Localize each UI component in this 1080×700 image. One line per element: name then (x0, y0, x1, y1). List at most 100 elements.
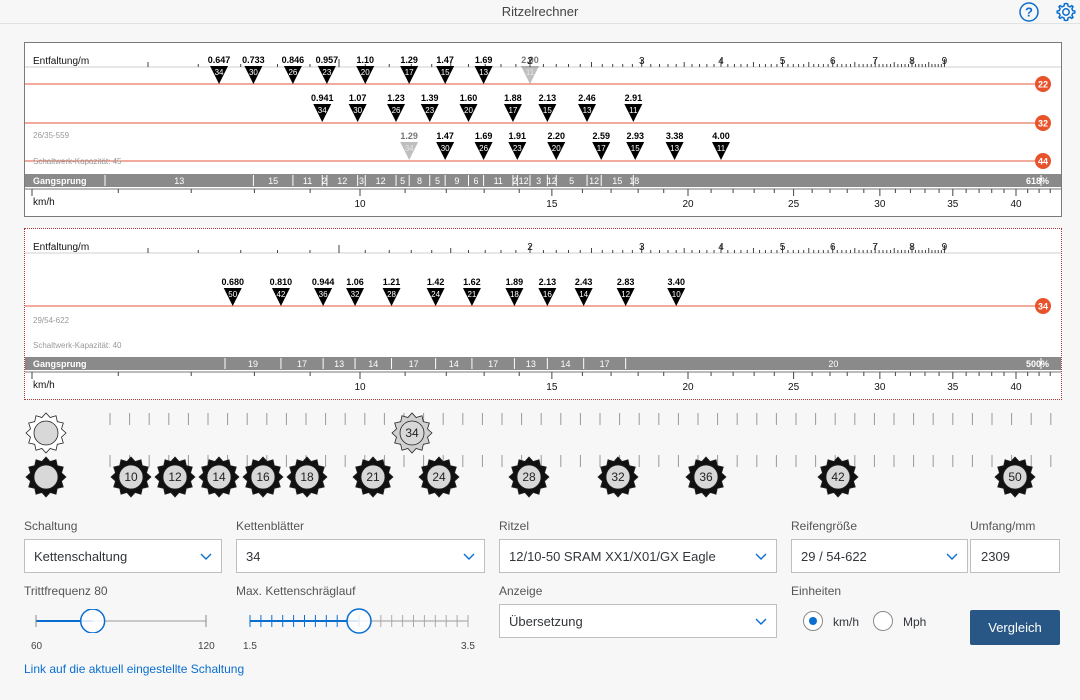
gear-teeth-label: 23 (425, 106, 434, 115)
kettenblaetter-select[interactable]: 34 (236, 539, 485, 573)
gangsprung-value: 17 (488, 359, 498, 369)
gear-ratio-value: 1.69 (475, 131, 493, 141)
unit-kmh-label[interactable]: km/h (833, 615, 859, 629)
gear-teeth-label: 36 (319, 290, 328, 299)
gangsprung-value: 14 (561, 359, 571, 369)
schaltung-select[interactable]: Kettenschaltung (24, 539, 222, 573)
unit-mph-radio[interactable] (873, 611, 893, 631)
trittfrequenz-label: Trittfrequenz 80 (24, 584, 108, 598)
derailleur-capacity: Schaltwerk-Kapazität: 40 (33, 341, 122, 350)
schaltung-value: Kettenschaltung (34, 549, 128, 564)
gear-teeth-count: 34 (405, 426, 419, 440)
kmh-tick-label: 25 (788, 199, 800, 210)
entfaltung-label: Entfaltung/m (33, 242, 89, 253)
gear-teeth-label: 34 (405, 144, 414, 153)
trittfrequenz-slider-handle[interactable] (79, 609, 106, 633)
gear-ratio-value: 2.46 (578, 93, 596, 103)
sprocket-icon[interactable]: 21 (352, 456, 394, 498)
gear-ratio-value: 2.43 (575, 277, 593, 287)
gear-ratio-value: 1.69 (475, 55, 493, 65)
gangsprung-value: 2 (322, 176, 327, 186)
chevron-down-icon (755, 553, 767, 560)
kmh-tick-label: 40 (1010, 382, 1022, 393)
gangsprung-value: 14 (368, 359, 378, 369)
gear-teeth-label: 10 (672, 290, 681, 299)
help-icon[interactable]: ? (1018, 1, 1040, 23)
gangsprung-value: 3 (536, 176, 541, 186)
schraeglauf-slider-handle[interactable] (346, 608, 372, 634)
sprocket-icon[interactable]: 28 (508, 456, 550, 498)
entfaltung-tick-label: 4 (718, 242, 724, 253)
gear-teeth-label: 21 (467, 290, 476, 299)
schraeglauf-slider[interactable] (242, 608, 482, 634)
gear-ratio-value: 2.83 (617, 277, 635, 287)
vergleich-button[interactable]: Vergleich (970, 610, 1060, 645)
gear-teeth-label: 23 (322, 68, 331, 77)
gear-teeth-label: 13 (670, 144, 679, 153)
sprocket-icon[interactable]: 50 (994, 456, 1036, 498)
gear-teeth-label: 26 (392, 106, 401, 115)
ritzel-select[interactable]: 12/10-50 SRAM XX1/X01/GX Eagle (499, 539, 777, 573)
schraeglauf-label: Max. Kettenschräglauf (236, 584, 356, 598)
gear-teeth-count: 32 (611, 470, 625, 484)
kmh-tick-label: 35 (947, 382, 959, 393)
gear-teeth-label: 15 (543, 106, 552, 115)
chevron-down-icon (200, 553, 212, 560)
sprocket-icon[interactable]: 18 (286, 456, 328, 498)
gear-ratio-value: 0.957 (316, 55, 339, 65)
kmh-tick-label: 10 (354, 382, 366, 393)
gear-teeth-label: 16 (543, 290, 552, 299)
kmh-label: km/h (33, 380, 55, 391)
unit-mph-label[interactable]: Mph (903, 615, 926, 629)
gear-teeth-label: 28 (387, 290, 396, 299)
entfaltung-tick-label: 4 (718, 56, 724, 67)
entfaltung-tick-label: 5 (780, 56, 786, 67)
chevron-down-icon (946, 553, 958, 560)
gangsprung-value: 18 (629, 176, 639, 186)
reifen-select[interactable]: 29 / 54-622 (791, 539, 968, 573)
reifen-label: Reifengröße (791, 519, 858, 533)
sprocket-icon[interactable]: 12 (154, 456, 196, 498)
gear-teeth-label: 14 (579, 290, 588, 299)
anzeige-select[interactable]: Übersetzung (499, 604, 777, 638)
entfaltung-tick-label: 3 (639, 56, 645, 67)
gear-chart-2: Entfaltung/m 2 3 4 5 6 7 8 9 34 0.680 50 0.810 42 0.94… (24, 228, 1062, 400)
trittfrequenz-min: 60 (31, 641, 43, 652)
umfang-label: Umfang/mm (970, 519, 1036, 533)
sprocket-icon[interactable]: 14 (198, 456, 240, 498)
sprocket-icon[interactable]: 24 (418, 456, 460, 498)
cassette-outline-icon (25, 456, 67, 498)
chainring-icon[interactable]: 34 (391, 412, 433, 454)
gear-ratio-value: 0.941 (311, 93, 334, 103)
gear-ratio-value: 1.47 (436, 131, 454, 141)
gear-ratio-value: 0.647 (208, 55, 231, 65)
sprocket-icon[interactable]: 10 (110, 456, 152, 498)
gangsprung-value: 12 (337, 176, 347, 186)
gear-teeth-label: 34 (318, 106, 327, 115)
sprocket-icon[interactable]: 16 (242, 456, 284, 498)
kettenblaetter-value: 34 (246, 549, 261, 564)
sprocket-icon[interactable]: 36 (685, 456, 727, 498)
kmh-tick-label: 20 (682, 382, 694, 393)
gear-teeth-label: 42 (276, 290, 285, 299)
gear-teeth-label: 20 (464, 106, 473, 115)
sprocket-icon[interactable]: 42 (817, 456, 859, 498)
sprocket-icon[interactable]: 32 (597, 456, 639, 498)
gangsprung-label: Gangsprung (33, 359, 87, 369)
umfang-input[interactable]: 2309 (970, 539, 1060, 573)
trittfrequenz-slider[interactable] (30, 609, 230, 633)
chainring-badge-label: 44 (1038, 157, 1048, 167)
gear-icon[interactable] (1055, 1, 1077, 23)
current-config-link[interactable]: Link auf die aktuell eingestellte Schalt… (24, 662, 244, 676)
gear-ratio-value: 1.29 (400, 131, 418, 141)
gangsprung-value: 15 (612, 176, 622, 186)
unit-kmh-radio[interactable] (803, 611, 823, 631)
kmh-label: km/h (33, 197, 55, 208)
chainring-badge-label: 34 (1038, 302, 1048, 312)
kmh-tick-label: 15 (546, 199, 558, 210)
gangsprung-value: 15 (268, 176, 278, 186)
umfang-value: 2309 (981, 549, 1010, 564)
entfaltung-tick-label: 2 (527, 242, 533, 253)
gear-ratio-value: 1.88 (504, 93, 522, 103)
gear-teeth-label: 13 (479, 68, 488, 77)
